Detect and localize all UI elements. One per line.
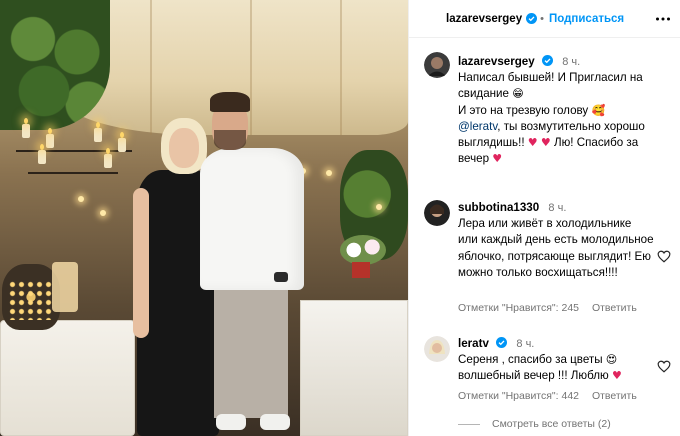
heart-outline-icon[interactable] [657, 360, 671, 373]
red-heart-emoji: ♥ [540, 136, 551, 150]
comment: subbotina1330 8 ч. Лера или живёт в холо… [409, 198, 680, 318]
heart-outline-icon[interactable] [657, 250, 671, 263]
glass-vase [52, 262, 78, 312]
mention-link[interactable]: @leratv [458, 120, 497, 133]
avatar[interactable] [424, 200, 450, 226]
comments-panel: lazarevsergey • Подписаться lazarevserge… [408, 0, 680, 436]
red-heart-emoji: ♥ [611, 369, 622, 383]
caption-time[interactable]: 8 ч. [562, 56, 580, 68]
smile-emoji: 😁 [512, 87, 524, 101]
tent-seam [340, 0, 342, 135]
blush-kiss-emoji: 🥰 [591, 103, 606, 117]
comment: leratv 8 ч. Сереня , спасибо за цветы 😍 … [409, 334, 680, 414]
verified-badge-icon [526, 13, 538, 24]
dining-table [300, 300, 408, 436]
red-heart-emoji: ♥ [492, 152, 503, 166]
avatar[interactable] [424, 52, 450, 78]
verified-badge-icon [541, 55, 553, 66]
post-photo[interactable] [0, 0, 408, 436]
reply-button[interactable]: Ответить [592, 390, 637, 402]
comment-time[interactable]: 8 ч. [548, 202, 566, 214]
comment-meta: Отметки "Нравится": 245 Ответить [458, 302, 647, 314]
view-replies-label[interactable]: Смотреть все ответы (2) [492, 418, 611, 430]
comment-username[interactable]: subbotina1330 [458, 201, 539, 214]
flower-pot [352, 262, 370, 278]
caption-line-1: Написал бывшей! И Пригласил на свидание [458, 71, 643, 101]
comment-meta: Отметки "Нравится": 442 Ответить [458, 390, 647, 402]
follow-button[interactable]: Подписаться [549, 13, 624, 25]
avatar[interactable] [424, 336, 450, 362]
comment-body: Сереня , спасибо за цветы [458, 353, 603, 367]
red-heart-emoji: ♥ [527, 136, 538, 150]
post-header: lazarevsergey • Подписаться [409, 0, 680, 38]
comment-time[interactable]: 8 ч. [516, 338, 534, 350]
dining-table [0, 320, 135, 436]
comment-body: Лера или живёт в холодильнике или каждый… [458, 217, 654, 279]
lamp-light [78, 196, 84, 202]
post-caption: lazarevsergey 8 ч. Написал бывшей! И При… [409, 52, 680, 170]
verified-badge-icon [496, 337, 508, 348]
view-replies-button[interactable]: Смотреть все ответы (2) [458, 418, 611, 430]
lamp-light [376, 204, 382, 210]
author-username[interactable]: lazarevsergey [446, 13, 522, 25]
reply-button[interactable]: Ответить [592, 302, 637, 314]
man-figure [200, 92, 304, 436]
flower-arrangement [340, 235, 386, 265]
separator-dot: • [540, 12, 544, 25]
comment-text: leratv 8 ч. Сереня , спасибо за цветы 😍 … [458, 336, 654, 385]
caption-line-2: И это на трезвую голову [458, 103, 589, 117]
more-options-icon[interactable] [655, 12, 671, 26]
lamp-light [100, 210, 106, 216]
comment-text: subbotina1330 8 ч. Лера или живёт в холо… [458, 200, 654, 281]
replies-divider [458, 423, 480, 425]
lamp-light [326, 170, 332, 176]
tent-seam [150, 0, 152, 135]
caption-username[interactable]: lazarevsergey [458, 55, 535, 68]
heart-eyes-emoji: 😍 [605, 353, 618, 367]
comment-likes[interactable]: Отметки "Нравится": 442 [458, 390, 579, 402]
comment-likes[interactable]: Отметки "Нравится": 245 [458, 302, 579, 314]
lantern-lights [8, 280, 54, 320]
caption-text: lazarevsergey 8 ч. Написал бывшей! И При… [458, 54, 654, 167]
comment-username[interactable]: leratv [458, 337, 489, 350]
candelabra [8, 118, 138, 200]
comment-body-line-2: волшебный вечер !!! Люблю [458, 369, 609, 383]
